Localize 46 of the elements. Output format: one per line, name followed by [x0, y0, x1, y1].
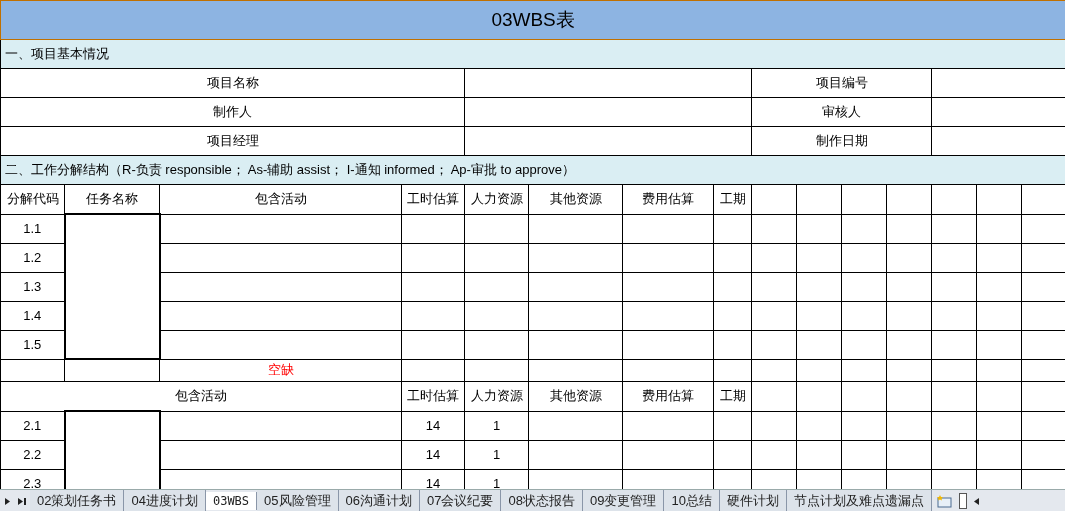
scrollbar-handle[interactable] [958, 493, 967, 509]
column-header: 包含活动 [0, 381, 402, 411]
column-header: 人力资源 [464, 381, 529, 411]
field-label: 制作人 [0, 97, 465, 127]
sheet-tab[interactable]: 07会议纪要 [420, 490, 502, 511]
column-header: 包含活动 [159, 184, 402, 214]
hours-cell: 14 [401, 411, 465, 440]
column-header: 工期 [713, 184, 752, 214]
field-label: 项目经理 [0, 126, 465, 156]
hours-cell: 14 [401, 440, 465, 469]
staff-cell: 1 [464, 411, 529, 440]
sheet-tab[interactable]: 03WBS [205, 492, 258, 510]
field-label: 项目编号 [751, 68, 932, 98]
sheet-tab[interactable]: 09变更管理 [582, 490, 665, 511]
row-code: 1.4 [0, 301, 65, 330]
row-code: 1.2 [0, 243, 65, 272]
sheet-tab[interactable]: 节点计划及难点遗漏点 [786, 490, 932, 511]
field-label: 审核人 [751, 97, 932, 127]
column-header: 工时估算 [401, 381, 465, 411]
column-header: 分解代码 [0, 184, 65, 214]
section-heading: 二、工作分解结构（R-负责 responsible； As-辅助 assist； I-通知 informed； Ap-审批 to approve） [0, 155, 1065, 185]
staff-cell: 1 [464, 440, 529, 469]
row-code: 2.2 [0, 440, 65, 469]
column-header: 费用估算 [622, 381, 714, 411]
sheet-tab[interactable]: 06沟通计划 [338, 490, 420, 511]
sheet-tab[interactable]: 04进度计划 [124, 490, 206, 511]
section-heading: 一、项目基本情况 [0, 39, 1065, 69]
sheet-tab[interactable]: 05风险管理 [257, 490, 339, 511]
sheet-title: 03WBS表 [0, 0, 1065, 40]
sheet-tab[interactable]: 02策划任务书 [30, 490, 125, 511]
column-header: 其他资源 [528, 184, 623, 214]
row-code: 1.5 [0, 330, 65, 359]
row-code: 2.1 [0, 411, 65, 440]
gap-note: 空缺 [159, 359, 402, 382]
field-label: 制作日期 [751, 126, 932, 156]
column-header: 其他资源 [528, 381, 623, 411]
sheet-tab[interactable]: 硬件计划 [719, 490, 787, 511]
column-header: 费用估算 [622, 184, 714, 214]
row-code: 1.3 [0, 272, 65, 301]
column-header: 人力资源 [464, 184, 529, 214]
sheet-tab[interactable]: 10总结 [664, 490, 720, 511]
column-header: 工时估算 [401, 184, 465, 214]
column-header: 工期 [713, 381, 752, 411]
field-label: 项目名称 [0, 68, 465, 98]
row-code: 1.1 [0, 214, 65, 243]
sheet-tab[interactable]: 08状态报告 [501, 490, 583, 511]
